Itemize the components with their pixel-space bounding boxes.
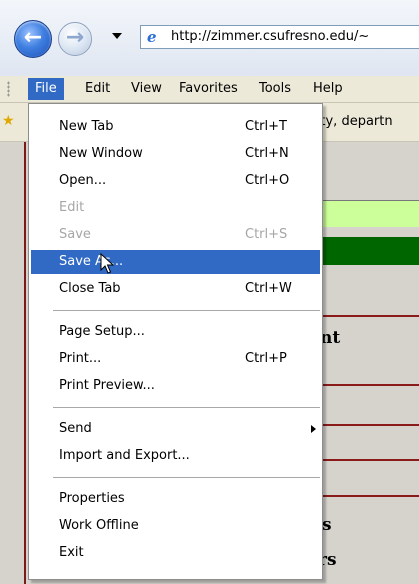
menu-item-open[interactable]: Open... Ctrl+O [31, 169, 320, 193]
shortcut-label: Ctrl+T [245, 119, 287, 134]
shortcut-label: Ctrl+W [245, 281, 292, 296]
submenu-arrow-icon [311, 425, 316, 433]
ie-page-icon: e [147, 28, 157, 46]
menu-separator [53, 477, 320, 478]
menu-item-label: Work Offline [59, 518, 139, 533]
menu-item-label: Exit [59, 545, 84, 560]
shortcut-label: Ctrl+S [245, 227, 288, 242]
address-text: http://zimmer.csufresno.edu/~ [171, 29, 370, 44]
page-text-fragment: s [322, 515, 332, 535]
menu-item-label: Close Tab [59, 281, 121, 296]
menu-item-import-export[interactable]: Import and Export... [31, 444, 320, 468]
file-menu-dropdown: New Tab Ctrl+T New Window Ctrl+N Open...… [28, 103, 323, 580]
menu-item-new-tab[interactable]: New Tab Ctrl+T [31, 115, 320, 139]
menu-view[interactable]: View [124, 78, 169, 100]
toolbar-grip[interactable] [7, 81, 10, 97]
back-arrow-icon: ← [23, 25, 43, 50]
history-dropdown-icon[interactable] [112, 33, 122, 39]
menu-item-label: Open... [59, 173, 107, 188]
menu-item-label: Properties [59, 491, 125, 506]
menu-bar: File Edit View Favorites Tools Help [0, 76, 419, 103]
page-rule [320, 384, 419, 386]
menu-edit[interactable]: Edit [78, 78, 117, 100]
page-heading-fragment: nt [320, 328, 341, 348]
menu-item-label: Print... [59, 351, 102, 366]
menu-item-label: Send [59, 421, 92, 436]
menu-favorites[interactable]: Favorites [172, 78, 245, 100]
page-rule [320, 459, 419, 461]
address-field[interactable]: e http://zimmer.csufresno.edu/~ [140, 25, 419, 49]
menu-item-save: Save Ctrl+S [31, 223, 320, 247]
menu-item-label: New Window [59, 146, 143, 161]
menu-item-new-window[interactable]: New Window Ctrl+N [31, 142, 320, 166]
shortcut-label: Ctrl+O [245, 173, 290, 188]
favorites-star-icon[interactable]: ★ [2, 113, 15, 129]
menu-tools[interactable]: Tools [252, 78, 298, 100]
page-light-green-band [320, 200, 419, 227]
forward-button[interactable]: → [58, 22, 92, 56]
forward-arrow-icon: → [65, 25, 85, 50]
menu-item-save-as[interactable]: Save As... [31, 250, 320, 274]
menu-item-work-offline[interactable]: Work Offline [31, 514, 320, 538]
menu-file[interactable]: File [28, 78, 64, 100]
menu-item-properties[interactable]: Properties [31, 487, 320, 511]
menu-item-exit[interactable]: Exit [31, 541, 320, 565]
menu-item-label: Import and Export... [59, 448, 190, 463]
menu-item-print[interactable]: Print... Ctrl+P [31, 347, 320, 371]
shortcut-label: Ctrl+P [245, 351, 287, 366]
menu-item-close-tab[interactable]: Close Tab Ctrl+W [31, 277, 320, 301]
page-rule [320, 495, 419, 497]
menu-item-print-preview[interactable]: Print Preview... [31, 374, 320, 398]
menu-item-label: Print Preview... [59, 378, 155, 393]
menu-item-page-setup[interactable]: Page Setup... [31, 320, 320, 344]
menu-item-edit: Edit [31, 196, 320, 220]
back-button[interactable]: ← [14, 20, 52, 58]
menu-separator [53, 407, 320, 408]
menu-item-label: Save [59, 227, 91, 242]
page-dark-green-band [320, 237, 419, 265]
page-rule [320, 315, 419, 317]
menu-item-label: Page Setup... [59, 324, 145, 339]
page-rule [320, 424, 419, 426]
shortcut-label: Ctrl+N [245, 146, 289, 161]
menu-help[interactable]: Help [306, 78, 350, 100]
address-toolbar: ← → e http://zimmer.csufresno.edu/~ [0, 0, 419, 77]
menu-item-label: Edit [59, 200, 85, 215]
menu-item-send[interactable]: Send [31, 417, 320, 441]
menu-separator [53, 310, 320, 311]
mouse-pointer-icon [100, 253, 114, 274]
menu-item-label: New Tab [59, 119, 114, 134]
